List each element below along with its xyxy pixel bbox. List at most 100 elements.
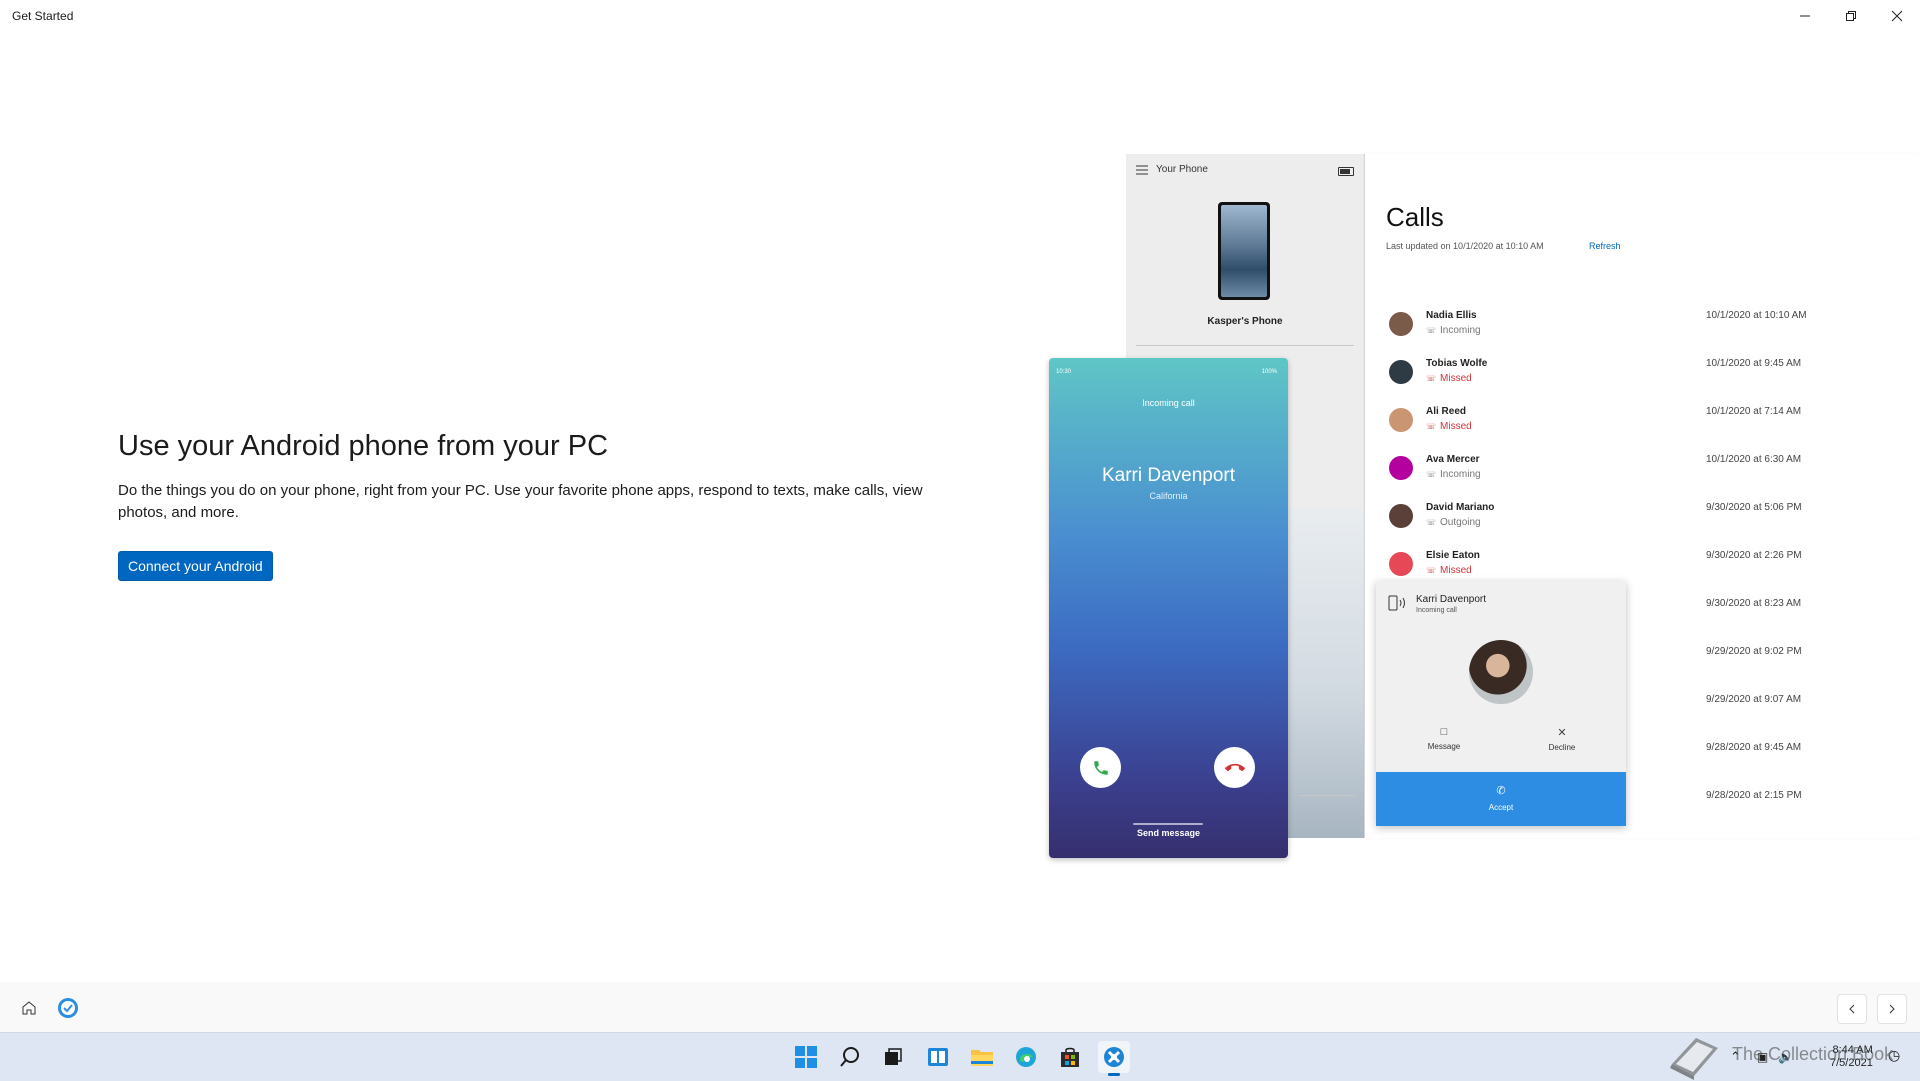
widgets-button[interactable] <box>922 1041 954 1073</box>
call-status-label: Missed <box>1440 421 1472 432</box>
calls-last-updated: Last updated on 10/1/2020 at 10:10 AM <box>1386 241 1544 251</box>
accept-button[interactable]: ✆ Accept <box>1376 772 1626 826</box>
app-bottom-bar <box>0 982 1920 1032</box>
window-title: Get Started <box>12 9 74 23</box>
close-icon: ✕ <box>1557 727 1567 739</box>
restore-button[interactable] <box>1828 0 1874 32</box>
call-row[interactable]: Tobias Wolfe ☏ Missed 10/1/2020 at 9:45 AM <box>1386 354 1806 394</box>
contact-name: Ali Reed <box>1426 406 1467 417</box>
get-started-icon <box>1104 1047 1124 1067</box>
widgets-icon <box>928 1048 948 1066</box>
call-time: 10/1/2020 at 7:14 AM <box>1706 406 1802 417</box>
swipe-handle <box>1133 823 1203 825</box>
phone-speaker-icon <box>1388 595 1405 611</box>
file-explorer-button[interactable] <box>966 1041 998 1073</box>
divider <box>1136 345 1354 346</box>
call-row[interactable]: Ava Mercer ☏ Incoming 10/1/2020 at 6:30 AM <box>1386 450 1806 490</box>
edge-button[interactable] <box>1010 1041 1042 1073</box>
phone-answer-icon <box>1093 760 1108 775</box>
minimize-icon <box>1800 15 1810 17</box>
close-icon <box>1891 10 1903 22</box>
home-icon <box>22 1001 36 1015</box>
your-phone-header: Your Phone <box>1126 154 1364 186</box>
call-status: ☏ Missed <box>1426 565 1472 576</box>
chevron-right-icon <box>1889 1004 1895 1014</box>
connect-android-button[interactable]: Connect your Android <box>118 551 273 581</box>
call-row[interactable]: David Mariano ☏ Outgoing 9/30/2020 at 5:06 … <box>1386 498 1806 538</box>
message-button[interactable]: □ Message <box>1409 726 1479 751</box>
decline-label: Decline <box>1548 743 1576 752</box>
call-time: 9/28/2020 at 9:45 AM <box>1706 742 1802 753</box>
call-time: 9/30/2020 at 5:06 PM <box>1706 502 1802 513</box>
search-button[interactable] <box>834 1041 866 1073</box>
call-time: 9/30/2020 at 2:26 PM <box>1706 550 1802 561</box>
contact-avatar <box>1389 408 1413 432</box>
restore-icon <box>1846 11 1856 21</box>
contact-name: Elsie Eaton <box>1426 550 1480 561</box>
call-status-label: Outgoing <box>1440 517 1481 528</box>
taskbar: ⌃ ▣ 🔈 8:44 AM 7/5/2021 ◷ <box>0 1032 1920 1081</box>
contact-avatar <box>1389 456 1413 480</box>
android-incoming-call-screen: 10:30 100% Incoming call Karri Davenport… <box>1049 358 1288 858</box>
divider <box>1300 795 1354 796</box>
call-direction-icon: ☏ <box>1426 326 1437 335</box>
contact-name: David Mariano <box>1426 502 1495 513</box>
message-label: Message <box>1427 742 1461 751</box>
incoming-call-toast: Karri Davenport Incoming call □ Message … <box>1376 581 1626 826</box>
your-phone-title: Your Phone <box>1156 164 1208 175</box>
close-button[interactable] <box>1874 0 1920 32</box>
call-status: ☏ Missed <box>1426 421 1472 432</box>
contact-name: Ava Mercer <box>1426 454 1480 465</box>
call-status: ☏ Incoming <box>1426 325 1481 336</box>
call-status: ☏ Incoming <box>1426 469 1481 480</box>
page-title: Use your Android phone from your PC <box>118 430 609 462</box>
get-started-button[interactable] <box>1098 1041 1130 1076</box>
store-icon <box>1061 1047 1079 1067</box>
call-time: 9/28/2020 at 2:15 PM <box>1706 790 1802 801</box>
file-explorer-icon <box>971 1050 993 1066</box>
caller-avatar <box>1469 640 1533 704</box>
call-status-label: Incoming <box>1440 469 1481 480</box>
next-button[interactable] <box>1877 994 1907 1024</box>
hamburger-menu-icon <box>1136 165 1148 175</box>
call-time: 9/29/2020 at 9:02 PM <box>1706 646 1802 657</box>
call-row[interactable]: Nadia Ellis ☏ Incoming 10/1/2020 at 10:10 A… <box>1386 306 1807 346</box>
tips-icon <box>58 998 78 1018</box>
accept-label: Accept <box>1488 803 1514 812</box>
phone-hangup-icon <box>1224 763 1245 771</box>
previous-button[interactable] <box>1837 994 1867 1024</box>
task-view-icon <box>885 1048 902 1065</box>
toast-caller-name: Karri Davenport <box>1416 594 1487 605</box>
call-time: 10/1/2020 at 6:30 AM <box>1706 454 1802 465</box>
task-view-button[interactable] <box>877 1041 909 1073</box>
decline-button[interactable]: ✕ Decline <box>1527 726 1597 752</box>
app-logo-button[interactable] <box>54 994 82 1022</box>
minimize-button[interactable] <box>1782 0 1828 32</box>
call-time: 9/30/2020 at 8:23 AM <box>1706 598 1802 609</box>
incoming-call-label: Incoming call <box>1142 398 1195 408</box>
battery-icon <box>1338 167 1354 176</box>
book-icon <box>1670 1038 1718 1080</box>
caller-name: Karri Davenport <box>1101 465 1236 486</box>
store-button[interactable] <box>1054 1041 1086 1073</box>
phone-icon: ✆ <box>1496 785 1506 797</box>
send-message-button[interactable]: Send message <box>1049 828 1288 838</box>
watermark: The Collection Book <box>1666 1034 1906 1080</box>
refresh-link[interactable]: Refresh <box>1589 241 1621 251</box>
call-row[interactable]: Ali Reed ☏ Missed 10/1/2020 at 7:14 AM <box>1386 402 1806 442</box>
call-direction-icon: ☏ <box>1426 374 1437 383</box>
status-time: 10:30 <box>1056 369 1072 375</box>
call-time: 9/29/2020 at 9:07 AM <box>1706 694 1802 705</box>
title-bar: Get Started <box>0 0 1920 32</box>
answer-call-button[interactable] <box>1080 747 1121 788</box>
start-button[interactable] <box>790 1041 822 1073</box>
call-direction-icon: ☏ <box>1426 470 1437 479</box>
home-button[interactable] <box>15 994 43 1022</box>
calls-title: Calls <box>1386 202 1444 232</box>
caller-location: California <box>1149 491 1188 501</box>
call-row[interactable]: Elsie Eaton ☏ Missed 9/30/2020 at 2:26 PM <box>1386 546 1806 586</box>
watermark-text: The Collection Book <box>1732 1044 1894 1064</box>
decline-call-button[interactable] <box>1214 747 1255 788</box>
phone-name: Kasper's Phone <box>1207 316 1283 327</box>
call-direction-icon: ☏ <box>1426 518 1437 527</box>
